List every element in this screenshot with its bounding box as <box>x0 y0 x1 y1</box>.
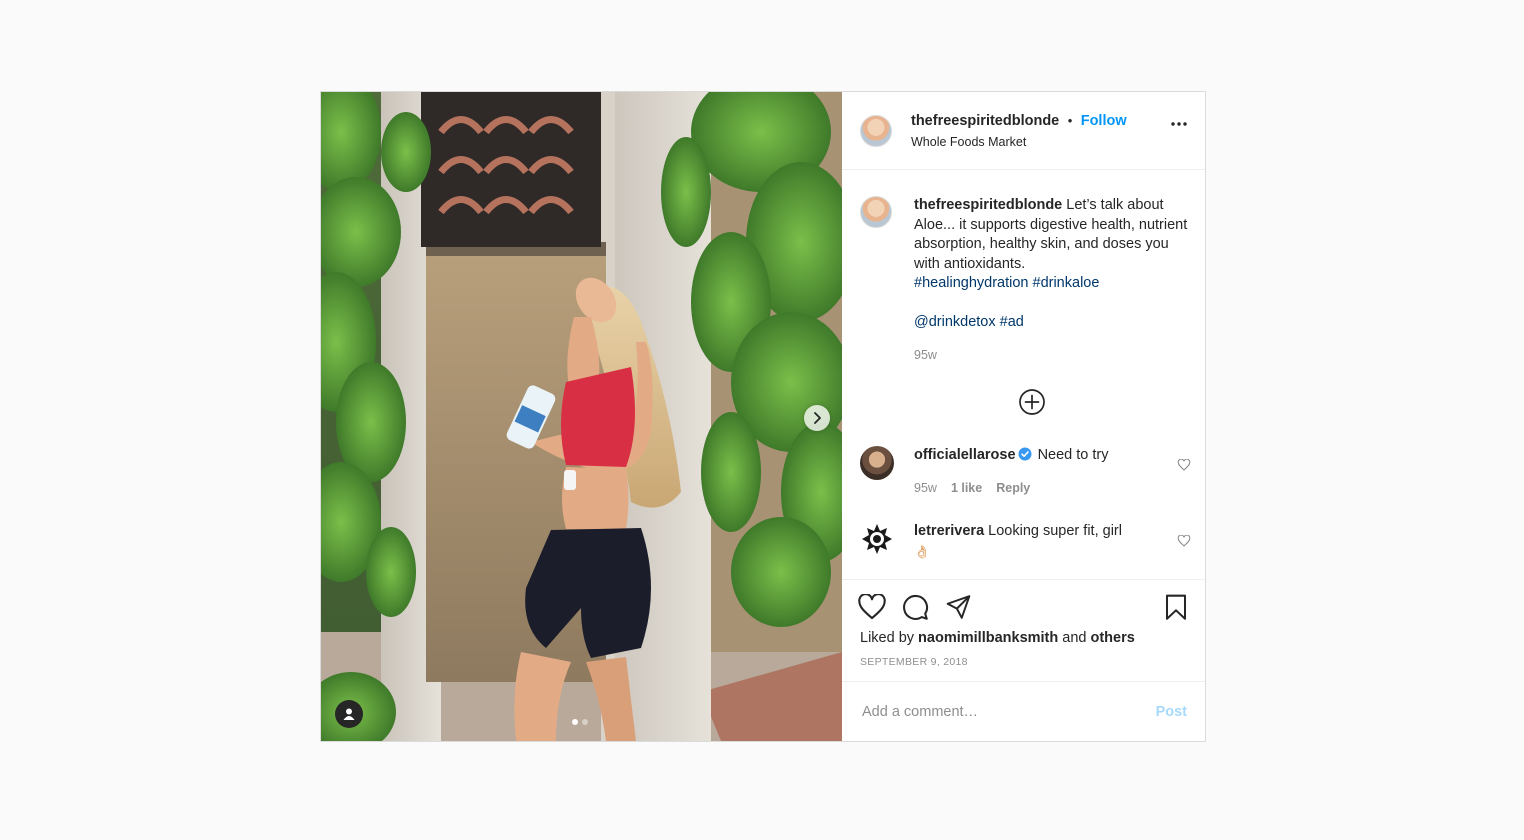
verified-badge-icon <box>1018 447 1032 461</box>
post-media[interactable] <box>321 92 842 741</box>
post-caption: thefreespiritedblonde Let’s talk about A… <box>860 196 1194 365</box>
likes-summary: Liked by naomimillbanksmith and others <box>860 630 1135 646</box>
author-username[interactable]: thefreespiritedblonde <box>911 113 1059 129</box>
comment-text: Need to try <box>1033 447 1109 463</box>
header-separator: • <box>1067 113 1073 128</box>
comment-likes[interactable]: 1 like <box>951 479 982 498</box>
likes-middle: and <box>1058 630 1091 646</box>
comment-like-heart-icon[interactable] <box>1177 535 1191 547</box>
post-photo <box>321 92 842 741</box>
comment-username[interactable]: letrerivera <box>914 523 984 539</box>
comment-time: 95w <box>914 481 937 495</box>
carousel-dot <box>572 719 578 725</box>
post-card: thefreespiritedblonde • Follow Whole Foo… <box>320 91 1206 742</box>
comment-emoji: 👌🏻 <box>914 544 931 559</box>
carousel-indicator <box>572 719 588 725</box>
caption-timestamp: 95w <box>914 347 937 362</box>
comment-text: Looking super fit, girl <box>984 523 1122 539</box>
chevron-right-icon <box>814 412 821 424</box>
more-horizontal-icon[interactable] <box>1171 122 1187 126</box>
comment-button[interactable] <box>902 594 929 626</box>
post-actions: Liked by naomimillbanksmith and others S… <box>842 580 1205 682</box>
comments-section[interactable]: thefreespiritedblonde Let’s talk about A… <box>842 170 1205 580</box>
next-image-button[interactable] <box>804 405 830 431</box>
caption-avatar[interactable] <box>860 196 892 228</box>
add-comment-input[interactable] <box>860 702 1156 721</box>
post-side-panel: thefreespiritedblonde • Follow Whole Foo… <box>842 92 1205 741</box>
comment-icon <box>903 594 928 620</box>
mandala-avatar-icon <box>862 524 892 554</box>
comment-avatar[interactable] <box>860 446 894 480</box>
comment-item: officialellarose Need to try 95w 1 like … <box>860 446 1164 498</box>
tagged-users-button[interactable] <box>335 700 363 728</box>
caption-hashtags[interactable]: #healinghydration #drinkaloe <box>914 274 1194 294</box>
comment-avatar[interactable] <box>860 522 894 556</box>
send-icon <box>946 595 971 619</box>
liked-by-others[interactable]: others <box>1091 630 1135 646</box>
caption-mentions[interactable]: @drinkdetox #ad <box>914 313 1194 333</box>
comment-reply-button[interactable]: Reply <box>996 479 1030 498</box>
bookmark-icon <box>1165 594 1187 620</box>
likes-prefix: Liked by <box>860 630 919 646</box>
save-button[interactable] <box>1164 594 1188 626</box>
post-date: SEPTEMBER 9, 2018 <box>860 656 968 668</box>
plus-circle-icon[interactable] <box>1018 388 1046 416</box>
like-button[interactable] <box>858 593 886 626</box>
comment-item: letrerivera Looking super fit, girl 👌🏻 <box>860 522 1164 561</box>
comment-like-heart-icon[interactable] <box>1177 459 1191 471</box>
share-button[interactable] <box>945 594 972 626</box>
author-avatar[interactable] <box>860 114 892 147</box>
user-tag-icon <box>343 708 355 720</box>
liked-by-user[interactable]: naomimillbanksmith <box>918 630 1058 646</box>
follow-button[interactable]: Follow <box>1081 113 1127 129</box>
caption-username[interactable]: thefreespiritedblonde <box>914 197 1062 213</box>
post-location[interactable]: Whole Foods Market <box>911 135 1127 149</box>
post-comment-button[interactable]: Post <box>1156 704 1187 720</box>
add-comment-bar: Post <box>842 682 1205 741</box>
comment-username[interactable]: officialellarose <box>914 447 1016 463</box>
heart-icon <box>858 593 886 620</box>
carousel-dot <box>582 719 588 725</box>
post-header: thefreespiritedblonde • Follow Whole Foo… <box>842 92 1205 170</box>
